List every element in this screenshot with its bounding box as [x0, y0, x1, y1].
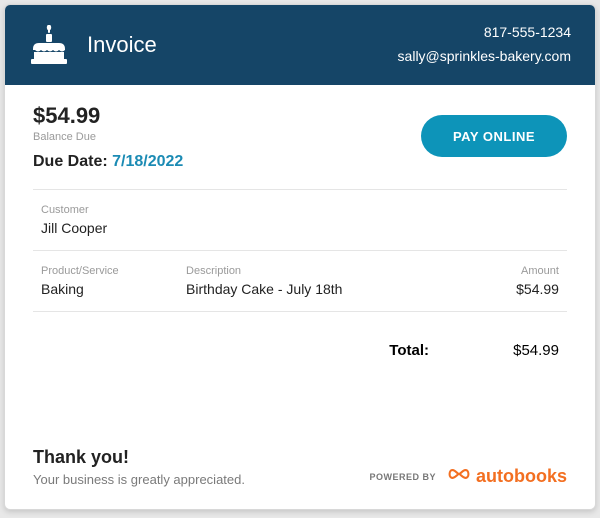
invoice-body: $54.99 Balance Due Due Date: 7/18/2022 P…	[5, 85, 595, 509]
product-header: Product/Service	[41, 265, 186, 277]
header-contact: 817-555-1234 sally@sprinkles-bakery.com	[398, 21, 571, 69]
due-date-value: 7/18/2022	[112, 153, 183, 170]
contact-email: sally@sprinkles-bakery.com	[398, 45, 571, 69]
line-amount-col: Amount $54.99	[414, 265, 559, 297]
balance-amount: $54.99	[33, 103, 183, 129]
total-label: Total:	[389, 342, 429, 359]
autobooks-text: autobooks	[476, 466, 567, 487]
powered-by-label: POWERED BY	[369, 472, 436, 482]
autobooks-logo: autobooks	[446, 466, 567, 487]
invoice-footer: Thank you! Your business is greatly appr…	[33, 447, 567, 493]
summary-row: $54.99 Balance Due Due Date: 7/18/2022 P…	[33, 103, 567, 171]
line-product-col: Product/Service Baking	[41, 265, 186, 297]
amount-value: $54.99	[414, 281, 559, 297]
cake-icon	[29, 25, 69, 65]
pay-online-button[interactable]: PAY ONLINE	[421, 115, 567, 157]
header-left: Invoice	[29, 25, 157, 65]
customer-name: Jill Cooper	[41, 220, 559, 236]
due-date-line: Due Date: 7/18/2022	[33, 153, 183, 171]
thanks-subtitle: Your business is greatly appreciated.	[33, 472, 245, 487]
invoice-header: Invoice 817-555-1234 sally@sprinkles-bak…	[5, 5, 595, 85]
totals-row: Total: $54.99	[33, 312, 567, 369]
invoice-title: Invoice	[87, 32, 157, 58]
customer-section: Customer Jill Cooper	[33, 190, 567, 251]
thanks-block: Thank you! Your business is greatly appr…	[33, 447, 245, 487]
infinity-icon	[446, 466, 472, 487]
description-value: Birthday Cake - July 18th	[186, 281, 414, 297]
product-value: Baking	[41, 281, 186, 297]
contact-phone: 817-555-1234	[398, 21, 571, 45]
description-header: Description	[186, 265, 414, 277]
line-items-row: Product/Service Baking Description Birth…	[33, 251, 567, 312]
amount-header: Amount	[414, 265, 559, 277]
powered-by: POWERED BY autobooks	[369, 466, 567, 487]
thanks-title: Thank you!	[33, 447, 245, 468]
invoice-card: Invoice 817-555-1234 sally@sprinkles-bak…	[4, 4, 596, 510]
line-description-col: Description Birthday Cake - July 18th	[186, 265, 414, 297]
due-date-label: Due Date:	[33, 153, 112, 170]
total-value: $54.99	[479, 342, 559, 359]
balance-block: $54.99 Balance Due Due Date: 7/18/2022	[33, 103, 183, 171]
customer-label: Customer	[41, 204, 559, 216]
balance-label: Balance Due	[33, 131, 183, 143]
